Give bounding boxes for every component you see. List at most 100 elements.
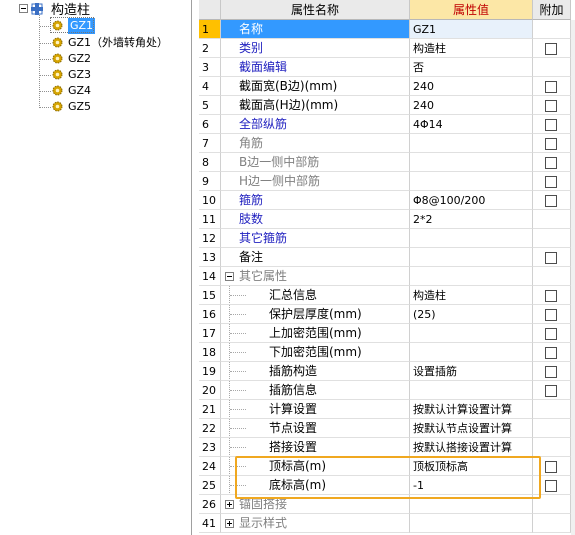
attach-checkbox[interactable] bbox=[545, 461, 557, 473]
property-value-cell[interactable]: 240 bbox=[410, 77, 533, 96]
tree-item[interactable]: GZ2 bbox=[0, 51, 190, 67]
attach-checkbox[interactable] bbox=[545, 138, 557, 150]
property-row[interactable]: 17 上加密范围(mm) bbox=[199, 324, 575, 343]
tree-guide-line bbox=[230, 295, 246, 296]
property-row[interactable]: 16 保护层厚度(mm) (25) bbox=[199, 305, 575, 324]
tree-item[interactable]: GZ5 bbox=[0, 99, 190, 115]
property-name-cell: 其它箍筋 bbox=[221, 229, 410, 248]
attach-checkbox[interactable] bbox=[545, 328, 557, 340]
property-value-cell[interactable] bbox=[410, 153, 533, 172]
tree-item[interactable]: GZ1（外墙转角处） bbox=[0, 35, 190, 51]
property-row[interactable]: 24 顶标高(m) 顶板顶标高 bbox=[199, 457, 575, 476]
attach-cell bbox=[533, 419, 571, 438]
property-row[interactable]: 23 搭接设置 按默认搭接设置计算 bbox=[199, 438, 575, 457]
property-name-text: 全部纵筋 bbox=[239, 117, 288, 131]
property-row[interactable]: 21 计算设置 按默认计算设置计算 bbox=[199, 400, 575, 419]
attach-checkbox[interactable] bbox=[545, 176, 557, 188]
property-grid: 属性名称 属性值 附加 1 名称 GZ1 2 类别 构造柱 3 截面编辑否 4 截面宽(B边)(m… bbox=[199, 0, 575, 535]
property-row[interactable]: 25 底标高(m) -1 bbox=[199, 476, 575, 495]
property-value-cell[interactable]: GZ1 bbox=[410, 20, 533, 39]
property-value-cell[interactable] bbox=[410, 267, 533, 286]
property-value-cell[interactable] bbox=[410, 514, 533, 533]
property-row[interactable]: 13 备注 bbox=[199, 248, 575, 267]
property-value-cell[interactable]: 构造柱 bbox=[410, 39, 533, 58]
attach-checkbox[interactable] bbox=[545, 100, 557, 112]
property-value-cell[interactable] bbox=[410, 495, 533, 514]
property-value-cell[interactable]: (25) bbox=[410, 305, 533, 324]
property-name-cell: B边一侧中部筋 bbox=[221, 153, 410, 172]
property-row[interactable]: 22 节点设置 按默认节点设置计算 bbox=[199, 419, 575, 438]
property-value-cell[interactable] bbox=[410, 134, 533, 153]
tree-guide-line bbox=[230, 390, 246, 391]
property-row[interactable]: 20 插筋信息 bbox=[199, 381, 575, 400]
property-row[interactable]: 1 名称 GZ1 bbox=[199, 20, 575, 39]
property-value-cell[interactable]: Φ8@100/200 bbox=[410, 191, 533, 210]
expand-icon[interactable] bbox=[225, 500, 234, 509]
component-gear-icon bbox=[52, 101, 63, 112]
tree-item[interactable]: GZ3 bbox=[0, 67, 190, 83]
property-row[interactable]: 4 截面宽(B边)(mm) 240 bbox=[199, 77, 575, 96]
property-value-cell[interactable] bbox=[410, 172, 533, 191]
property-value-cell[interactable]: 构造柱 bbox=[410, 286, 533, 305]
property-value-cell[interactable]: 设置插筋 bbox=[410, 362, 533, 381]
attach-checkbox[interactable] bbox=[545, 43, 557, 55]
property-value-header[interactable]: 属性值 bbox=[410, 0, 533, 20]
scrollbar-edge[interactable] bbox=[571, 20, 575, 535]
property-row[interactable]: 11 肢数 2*2 bbox=[199, 210, 575, 229]
attach-checkbox[interactable] bbox=[545, 119, 557, 131]
attach-checkbox[interactable] bbox=[545, 366, 557, 378]
property-value-cell[interactable] bbox=[410, 324, 533, 343]
attach-checkbox[interactable] bbox=[545, 309, 557, 321]
property-row[interactable]: 19 插筋构造 设置插筋 bbox=[199, 362, 575, 381]
attach-checkbox[interactable] bbox=[545, 157, 557, 169]
property-value-cell[interactable] bbox=[410, 248, 533, 267]
attach-checkbox[interactable] bbox=[545, 347, 557, 359]
property-value-cell[interactable]: 按默认搭接设置计算 bbox=[410, 438, 533, 457]
collapse-icon[interactable] bbox=[19, 4, 28, 13]
property-row[interactable]: 2 类别 构造柱 bbox=[199, 39, 575, 58]
property-value-cell[interactable]: 顶板顶标高 bbox=[410, 457, 533, 476]
property-row[interactable]: 12 其它箍筋 bbox=[199, 229, 575, 248]
row-number: 8 bbox=[199, 153, 221, 172]
property-value-cell[interactable]: 2*2 bbox=[410, 210, 533, 229]
attach-checkbox[interactable] bbox=[545, 81, 557, 93]
expand-icon[interactable] bbox=[225, 519, 234, 528]
attach-checkbox[interactable] bbox=[545, 385, 557, 397]
property-value-cell[interactable] bbox=[410, 229, 533, 248]
property-value-cell[interactable] bbox=[410, 381, 533, 400]
property-row[interactable]: 6 全部纵筋 4Φ14 bbox=[199, 115, 575, 134]
attach-checkbox[interactable] bbox=[545, 480, 557, 492]
property-value-cell[interactable]: -1 bbox=[410, 476, 533, 495]
collapse-icon[interactable] bbox=[225, 272, 234, 281]
property-value-cell[interactable]: 240 bbox=[410, 96, 533, 115]
property-row[interactable]: 14 其它属性 bbox=[199, 267, 575, 286]
tree-item[interactable]: GZ4 bbox=[0, 83, 190, 99]
tree-guide-line bbox=[230, 466, 246, 467]
property-row[interactable]: 9 H边一侧中部筋 bbox=[199, 172, 575, 191]
property-name-cell: 计算设置 bbox=[221, 400, 410, 419]
property-row[interactable]: 41 显示样式 bbox=[199, 514, 575, 533]
attach-checkbox[interactable] bbox=[545, 252, 557, 264]
property-row[interactable]: 5 截面高(H边)(mm) 240 bbox=[199, 96, 575, 115]
property-value-cell[interactable]: 4Φ14 bbox=[410, 115, 533, 134]
property-row[interactable]: 10 箍筋 Φ8@100/200 bbox=[199, 191, 575, 210]
property-row[interactable]: 15 汇总信息 构造柱 bbox=[199, 286, 575, 305]
tree-item-label: GZ2 bbox=[68, 52, 92, 65]
tree-item[interactable]: GZ1 bbox=[0, 18, 190, 34]
property-value-cell[interactable] bbox=[410, 343, 533, 362]
property-name-header[interactable]: 属性名称 bbox=[221, 0, 410, 20]
property-row[interactable]: 8 B边一侧中部筋 bbox=[199, 153, 575, 172]
attach-header[interactable]: 附加 bbox=[533, 0, 571, 20]
property-value-cell[interactable]: 按默认节点设置计算 bbox=[410, 419, 533, 438]
attach-checkbox[interactable] bbox=[545, 195, 557, 207]
property-row[interactable]: 3 截面编辑 否 bbox=[199, 58, 575, 77]
property-row[interactable]: 26 锚固搭接 bbox=[199, 495, 575, 514]
attach-checkbox[interactable] bbox=[545, 290, 557, 302]
property-value-cell[interactable]: 否 bbox=[410, 58, 533, 77]
property-value-cell[interactable]: 按默认计算设置计算 bbox=[410, 400, 533, 419]
property-row[interactable]: 7 角筋 bbox=[199, 134, 575, 153]
component-gear-icon bbox=[52, 53, 63, 64]
property-row[interactable]: 18 下加密范围(mm) bbox=[199, 343, 575, 362]
tree-guide-line bbox=[230, 447, 246, 448]
tree-root[interactable]: 构造柱 bbox=[0, 0, 190, 20]
